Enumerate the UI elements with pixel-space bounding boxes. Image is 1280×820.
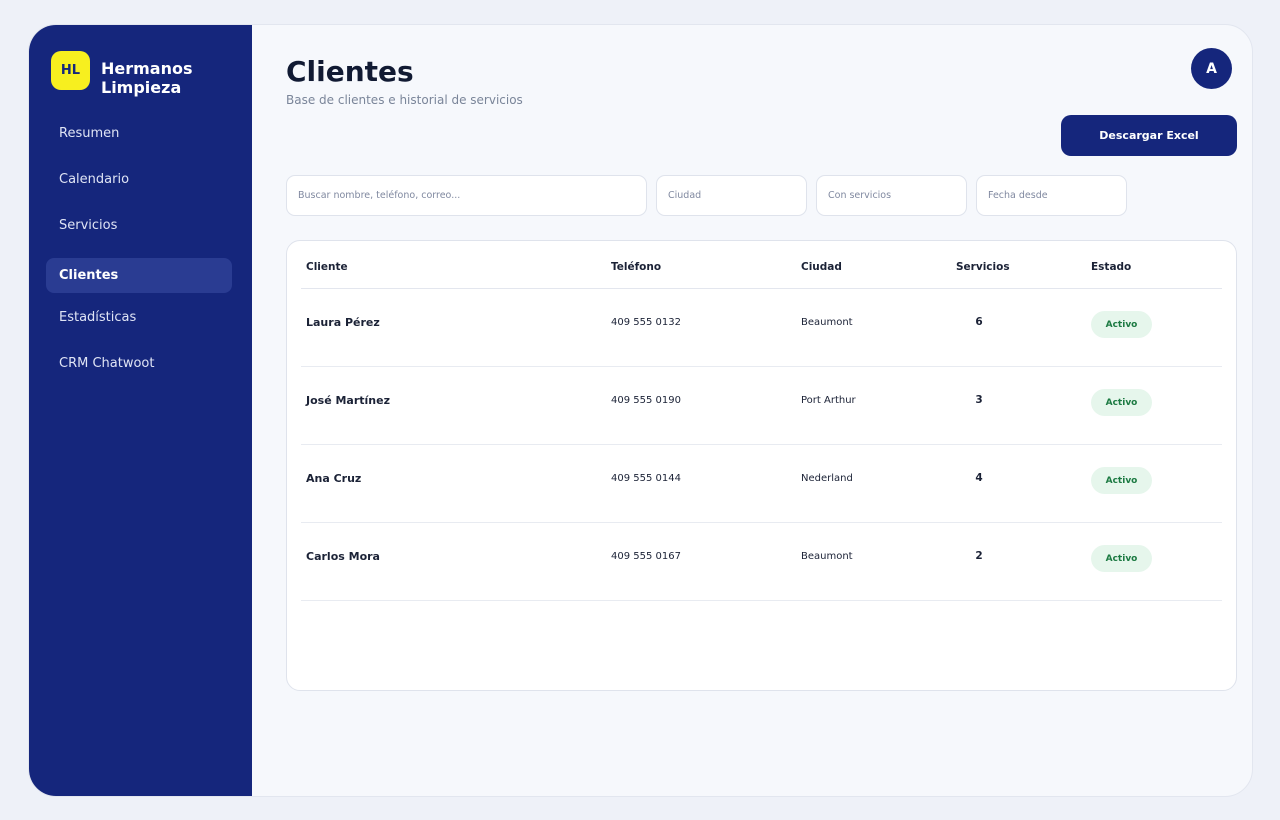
page-subtitle: Base de clientes e historial de servicio…	[286, 93, 523, 107]
client-phone: 409 555 0144	[611, 472, 681, 484]
column-header-estado[interactable]: Estado	[1091, 261, 1131, 273]
table-row[interactable]: Ana Cruz 409 555 0144 Nederland 4 Activo	[301, 445, 1222, 523]
download-excel-button[interactable]: Descargar Excel	[1061, 115, 1237, 156]
client-name: José Martínez	[306, 393, 391, 407]
client-city: Beaumont	[801, 316, 853, 328]
sidebar-item-label: Estadísticas	[59, 310, 137, 325]
client-phone: 409 555 0167	[611, 550, 681, 562]
sidebar-item-servicios[interactable]: Servicios	[46, 208, 232, 243]
column-header-servicios[interactable]: Servicios	[956, 261, 1010, 273]
sidebar-item-label: Clientes	[59, 268, 119, 283]
sidebar-item-label: Calendario	[59, 172, 130, 187]
sidebar-item-crm-chatwoot[interactable]: CRM Chatwoot	[46, 346, 232, 381]
main-content: Clientes Base de clientes e historial de…	[252, 25, 1252, 796]
client-phone: 409 555 0190	[611, 394, 681, 406]
status-badge: Activo	[1091, 467, 1152, 494]
brand-name: Hermanos Limpieza	[101, 59, 193, 97]
client-city: Nederland	[801, 472, 853, 484]
client-phone: 409 555 0132	[611, 316, 681, 328]
sidebar-item-label: Servicios	[59, 218, 118, 233]
brand-logo: HL	[51, 51, 90, 90]
page-title: Clientes	[286, 55, 414, 88]
search-input[interactable]: Buscar nombre, teléfono, correo...	[286, 175, 647, 216]
client-city: Beaumont	[801, 550, 853, 562]
sidebar: HL Hermanos Limpieza Resumen Calendario …	[29, 25, 252, 796]
table-row[interactable]: Carlos Mora 409 555 0167 Beaumont 2 Acti…	[301, 523, 1222, 601]
column-header-telefono[interactable]: Teléfono	[611, 261, 661, 273]
clients-table: Cliente Teléfono Ciudad Servicios Estado…	[286, 240, 1237, 691]
date-from-filter[interactable]: Fecha desde	[976, 175, 1127, 216]
status-badge: Activo	[1091, 311, 1152, 338]
sidebar-item-clientes[interactable]: Clientes	[46, 258, 232, 293]
client-services-count: 3	[975, 394, 983, 406]
sidebar-item-label: Resumen	[59, 126, 120, 141]
sidebar-item-estadisticas[interactable]: Estadísticas	[46, 300, 232, 335]
avatar[interactable]: A	[1191, 48, 1232, 89]
city-filter[interactable]: Ciudad	[656, 175, 807, 216]
client-city: Port Arthur	[801, 394, 856, 406]
status-badge: Activo	[1091, 389, 1152, 416]
client-name: Carlos Mora	[306, 549, 380, 563]
client-name: Laura Pérez	[306, 315, 380, 329]
column-header-cliente[interactable]: Cliente	[306, 261, 348, 273]
table-row[interactable]: Laura Pérez 409 555 0132 Beaumont 6 Acti…	[301, 289, 1222, 367]
column-header-ciudad[interactable]: Ciudad	[801, 261, 842, 273]
client-name: Ana Cruz	[306, 471, 362, 485]
services-filter[interactable]: Con servicios	[816, 175, 967, 216]
sidebar-item-resumen[interactable]: Resumen	[46, 116, 232, 151]
table-row[interactable]: José Martínez 409 555 0190 Port Arthur 3…	[301, 367, 1222, 445]
client-services-count: 2	[975, 550, 983, 562]
client-services-count: 4	[975, 472, 983, 484]
app-window: HL Hermanos Limpieza Resumen Calendario …	[28, 24, 1253, 797]
client-services-count: 6	[975, 316, 983, 328]
sidebar-item-label: CRM Chatwoot	[59, 356, 155, 371]
status-badge: Activo	[1091, 545, 1152, 572]
sidebar-item-calendario[interactable]: Calendario	[46, 162, 232, 197]
